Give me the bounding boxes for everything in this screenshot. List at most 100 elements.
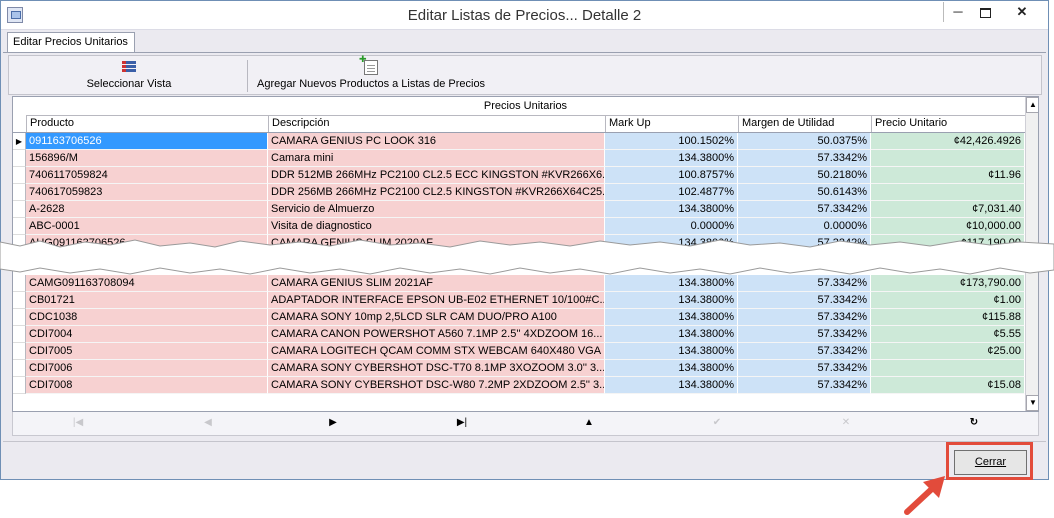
cell-producto[interactable]: 740617059823 — [26, 184, 268, 201]
row-indicator — [13, 184, 26, 201]
close-window-button[interactable]: ✕ — [999, 2, 1045, 22]
cell-descripcion[interactable]: DDR 256MB 266MHz PC2100 CL2.5 KINGSTON #… — [268, 184, 605, 201]
table-row[interactable]: CDI7005 CAMARA LOGITECH QCAM COMM STX WEB… — [13, 343, 1025, 360]
cell-producto[interactable]: A-2628 — [26, 201, 268, 218]
cell-markup[interactable]: 134.3800% — [605, 309, 738, 326]
cell-descripcion[interactable]: CAMARA SONY 10mp 2,5LCD SLR CAM DUO/PRO … — [268, 309, 605, 326]
cell-precio[interactable]: ¢1.00 — [871, 292, 1025, 309]
cell-precio[interactable]: ¢15.08 — [871, 377, 1025, 394]
cell-margen[interactable]: 57.3342% — [738, 292, 871, 309]
cell-precio[interactable]: ¢11.96 — [871, 167, 1025, 184]
cell-producto[interactable]: 156896/M — [26, 150, 268, 167]
cell-descripcion[interactable]: CAMARA SONY CYBERSHOT DSC-T70 8.1MP 3XOZ… — [268, 360, 605, 377]
cell-margen[interactable]: 50.2180% — [738, 167, 871, 184]
cell-producto[interactable]: CDI7006 — [26, 360, 268, 377]
cell-producto[interactable]: CDI7005 — [26, 343, 268, 360]
cell-descripcion[interactable]: CAMARA GENIUS PC LOOK 316 — [268, 133, 605, 150]
cell-producto[interactable]: CDI7004 — [26, 326, 268, 343]
table-row[interactable]: CDC1038 CAMARA SONY 10mp 2,5LCD SLR CAM D… — [13, 309, 1025, 326]
cell-margen[interactable]: 57.3342% — [738, 377, 871, 394]
table-row[interactable]: 156896/M Camara mini 134.3800% 57.3342% — [13, 150, 1025, 167]
cell-markup[interactable]: 134.3800% — [605, 292, 738, 309]
cell-precio[interactable] — [871, 150, 1025, 167]
table-row[interactable]: A-2628 Servicio de Almuerzo 134.3800% 57.33… — [13, 201, 1025, 218]
torn-edge-separator — [0, 239, 1054, 275]
tab-editar-precios[interactable]: Editar Precios Unitarios — [7, 32, 135, 53]
cell-markup[interactable]: 134.3800% — [605, 201, 738, 218]
cell-markup[interactable]: 102.4877% — [605, 184, 738, 201]
cell-markup[interactable]: 134.3800% — [605, 326, 738, 343]
view-list-icon — [122, 61, 136, 75]
tab-divider — [3, 52, 1046, 53]
scroll-up-arrow-icon[interactable]: ▲ — [1026, 97, 1038, 113]
cell-margen[interactable]: 50.6143% — [738, 184, 871, 201]
column-header-precio[interactable]: Precio Unitario — [871, 115, 1025, 132]
scroll-down-arrow-icon[interactable]: ▼ — [1026, 395, 1038, 411]
cell-producto[interactable]: CB01721 — [26, 292, 268, 309]
column-header-margen[interactable]: Margen de Utilidad — [738, 115, 871, 132]
cell-producto[interactable]: CDI7008 — [26, 377, 268, 394]
cell-precio[interactable]: ¢25.00 — [871, 343, 1025, 360]
table-row[interactable]: CDI7008 CAMARA SONY CYBERSHOT DSC-W80 7.2… — [13, 377, 1025, 394]
cell-descripcion[interactable]: ADAPTADOR INTERFACE EPSON UB-E02 ETHERNE… — [268, 292, 605, 309]
nav-last-icon[interactable]: ▶| — [454, 416, 470, 430]
cell-descripcion[interactable]: CAMARA LOGITECH QCAM COMM STX WEBCAM 640… — [268, 343, 605, 360]
nav-first-icon[interactable]: |◀ — [70, 416, 86, 430]
column-header-producto[interactable]: Producto — [26, 115, 268, 132]
cell-producto[interactable]: CDC1038 — [26, 309, 268, 326]
cell-markup[interactable]: 134.3800% — [605, 150, 738, 167]
cell-precio[interactable]: ¢42,426.4926 — [871, 133, 1025, 150]
cell-precio[interactable]: ¢5.55 — [871, 326, 1025, 343]
table-row[interactable]: ▶ 091163706526 CAMARA GENIUS PC LOOK 316 10… — [13, 133, 1025, 150]
nav-insert-icon[interactable]: ▲ — [581, 416, 597, 430]
add-document-icon — [359, 54, 378, 75]
maximize-button[interactable] — [971, 2, 999, 22]
select-view-button[interactable]: Seleccionar Vista — [49, 56, 209, 94]
cell-margen[interactable]: 50.0375% — [738, 133, 871, 150]
cell-precio[interactable] — [871, 360, 1025, 377]
nav-prior-icon[interactable]: ◀ — [200, 416, 216, 430]
cell-margen[interactable]: 57.3342% — [738, 360, 871, 377]
cell-descripcion[interactable]: DDR 512MB 266MHz PC2100 CL2.5 ECC KINGST… — [268, 167, 605, 184]
cell-margen[interactable]: 57.3342% — [738, 309, 871, 326]
row-indicator — [13, 309, 26, 326]
nav-next-icon[interactable]: ▶ — [325, 416, 341, 430]
toolbar: Seleccionar Vista Agregar Nuevos Product… — [8, 54, 1042, 95]
minimize-button[interactable]: ─ — [943, 2, 972, 22]
cell-margen[interactable]: 57.3342% — [738, 343, 871, 360]
cell-descripcion[interactable]: Camara mini — [268, 150, 605, 167]
cell-margen[interactable]: 57.3342% — [738, 150, 871, 167]
table-row[interactable]: 7406117059824 DDR 512MB 266MHz PC2100 CL2… — [13, 167, 1025, 184]
pointer-arrow-icon — [904, 476, 945, 515]
column-header-descripcion[interactable]: Descripción — [268, 115, 605, 132]
nav-cancel-icon[interactable]: ✕ — [838, 416, 854, 430]
column-header-markup[interactable]: Mark Up — [605, 115, 738, 132]
cell-descripcion[interactable]: CAMARA SONY CYBERSHOT DSC-W80 7.2MP 2XDZ… — [268, 377, 605, 394]
table-row[interactable]: 740617059823 DDR 256MB 266MHz PC2100 CL2.… — [13, 184, 1025, 201]
cell-descripcion[interactable]: CAMARA CANON POWERSHOT A560 7.1MP 2.5'' … — [268, 326, 605, 343]
nav-refresh-icon[interactable]: ↻ — [966, 416, 982, 430]
nav-post-icon[interactable]: ✔ — [709, 416, 725, 430]
table-row[interactable]: CDI7006 CAMARA SONY CYBERSHOT DSC-T70 8.1… — [13, 360, 1025, 377]
cell-markup[interactable]: 134.3800% — [605, 360, 738, 377]
add-products-button[interactable]: Agregar Nuevos Productos a Listas de Pre… — [257, 54, 485, 94]
cell-precio[interactable]: ¢115.88 — [871, 309, 1025, 326]
table-row[interactable]: CDI7004 CAMARA CANON POWERSHOT A560 7.1MP… — [13, 326, 1025, 343]
cell-descripcion[interactable]: Servicio de Almuerzo — [268, 201, 605, 218]
row-indicator — [13, 201, 26, 218]
cell-precio[interactable] — [871, 184, 1025, 201]
close-button[interactable]: Cerrar — [954, 450, 1027, 475]
cell-margen[interactable]: 57.3342% — [738, 326, 871, 343]
cell-producto[interactable]: 091163706526 — [26, 133, 268, 150]
cell-producto[interactable]: 7406117059824 — [26, 167, 268, 184]
cell-markup[interactable]: 134.3800% — [605, 377, 738, 394]
row-indicator — [13, 343, 26, 360]
cell-margen[interactable]: 57.3342% — [738, 201, 871, 218]
table-row[interactable]: CB01721 ADAPTADOR INTERFACE EPSON UB-E02 … — [13, 292, 1025, 309]
cell-precio[interactable]: ¢7,031.40 — [871, 201, 1025, 218]
cell-markup[interactable]: 100.1502% — [605, 133, 738, 150]
cell-markup[interactable]: 134.3800% — [605, 343, 738, 360]
row-indicator: ▶ — [13, 133, 26, 150]
row-indicator — [13, 292, 26, 309]
cell-markup[interactable]: 100.8757% — [605, 167, 738, 184]
